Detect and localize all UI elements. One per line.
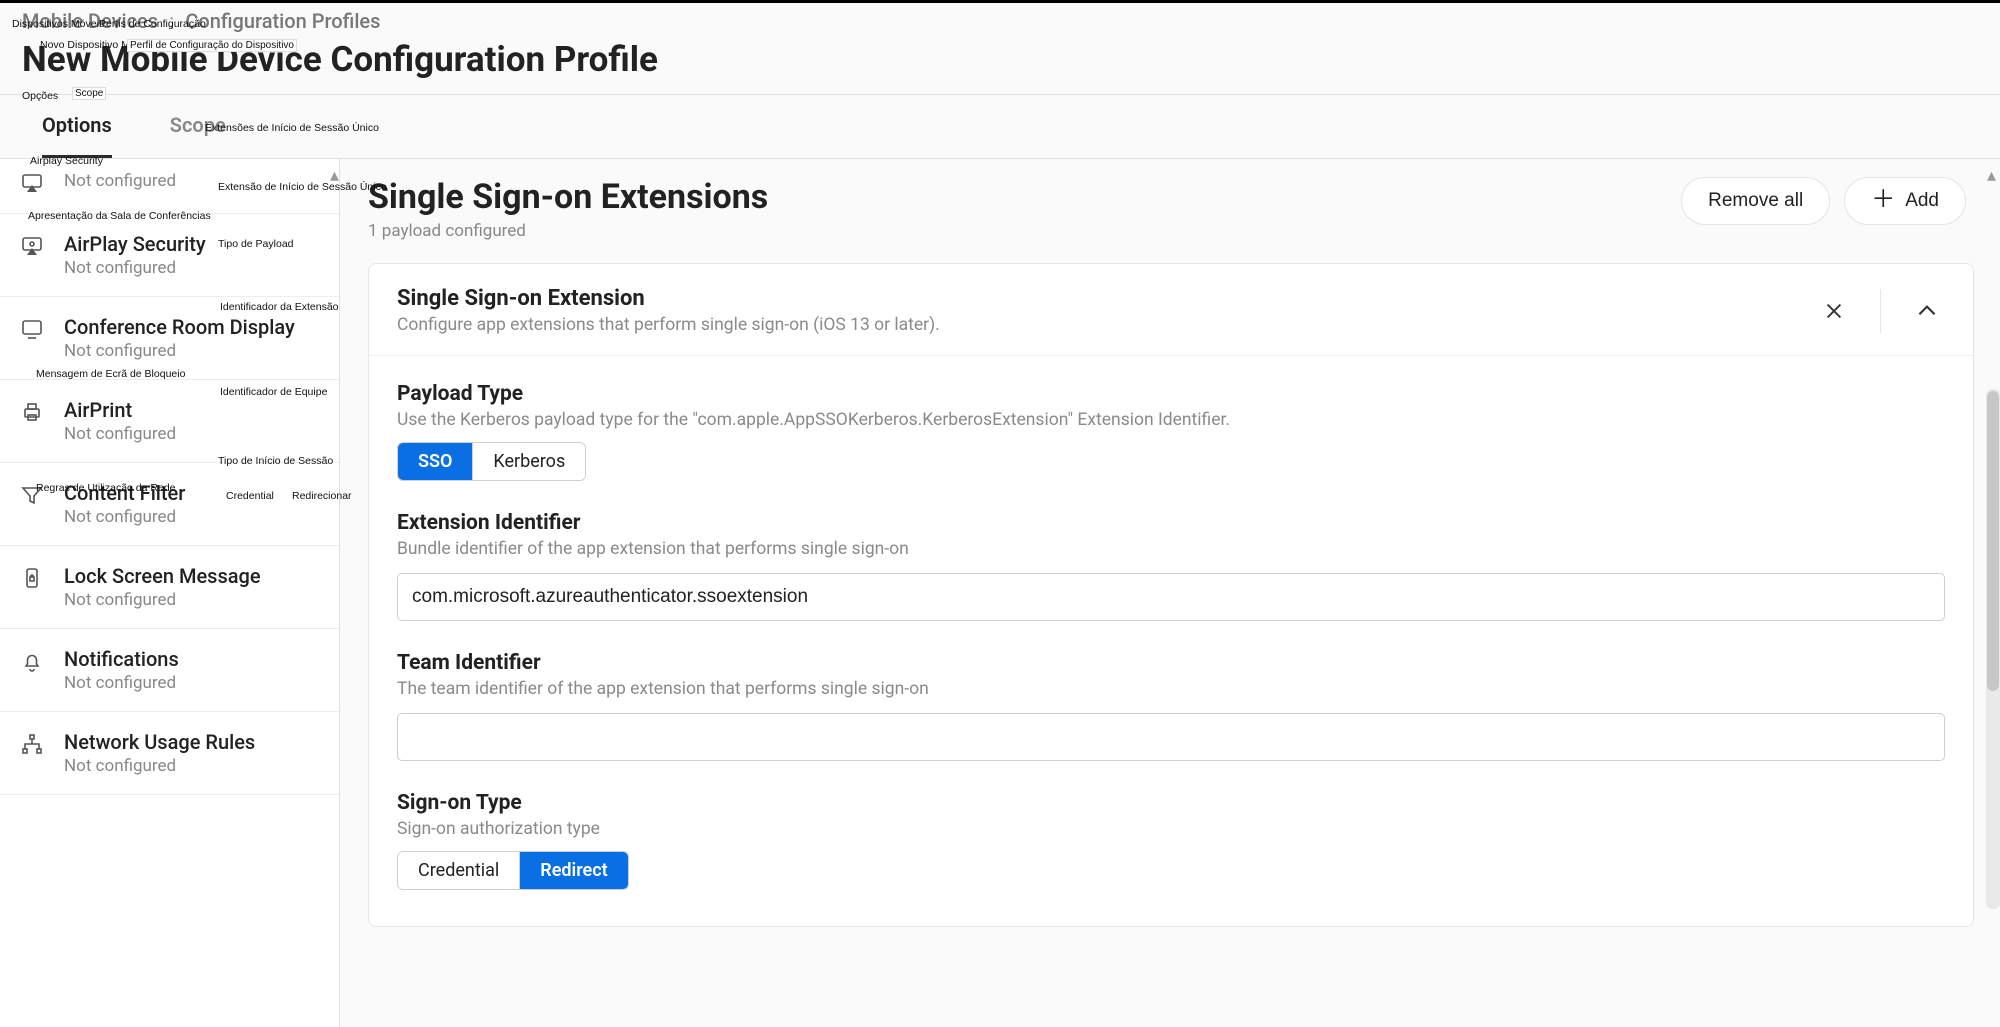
sidebar-item-sub: Not configured (64, 424, 176, 444)
sidebar-item-sub: Not configured (64, 590, 261, 610)
sidebar-item-sub: Not configured (64, 341, 295, 361)
team-identifier-input[interactable] (397, 713, 1945, 761)
payload-type-segmented: SSO Kerberos (397, 442, 586, 481)
scrollbar-thumb[interactable] (1987, 391, 1999, 691)
sidebar-item-airplay-security[interactable]: AirPlay Security Not configured (0, 214, 339, 297)
content-subtitle: 1 payload configured (368, 221, 768, 241)
remove-all-label: Remove all (1708, 190, 1803, 212)
payload-type-label: Payload Type (397, 382, 1945, 406)
network-icon (18, 732, 46, 756)
breadcrumb-part1[interactable]: Mobile Devices (22, 9, 158, 33)
airplay-icon (18, 171, 46, 195)
page-title: New Mobile Device Configuration Profile (22, 39, 1978, 94)
sidebar-item-label: Notifications (64, 647, 179, 671)
sidebar-item-sub: Not configured (64, 507, 185, 527)
add-label: Add (1905, 190, 1939, 212)
airplay-security-icon (18, 234, 46, 258)
vertical-scrollbar[interactable] (1986, 389, 2000, 909)
sidebar-item-sub: Not configured (64, 756, 255, 776)
sidebar-item-label: Conference Room Display (64, 315, 295, 339)
filter-icon (18, 483, 46, 507)
sidebar-item-sub: Not configured (64, 171, 176, 191)
extension-identifier-input[interactable] (397, 573, 1945, 621)
signon-type-hint: Sign-on authorization type (397, 819, 1945, 839)
signon-type-redirect[interactable]: Redirect (519, 852, 627, 889)
team-identifier-field: Team Identifier The team identifier of t… (397, 651, 1945, 761)
sidebar-scroll-up-icon[interactable]: ▴ (330, 165, 339, 186)
sso-extension-card: Single Sign-on Extension Configure app e… (368, 263, 1974, 927)
card-title: Single Sign-on Extension (397, 286, 940, 311)
signon-type-credential[interactable]: Credential (398, 852, 519, 889)
sidebar-item-content-filter[interactable]: Content Filter Not configured (0, 463, 339, 546)
tab-options[interactable]: Options (42, 95, 112, 158)
content-title: Single Sign-on Extensions (368, 177, 768, 217)
sidebar-item-sub: Not configured (64, 258, 206, 278)
payload-type-hint: Use the Kerberos payload type for the "c… (397, 410, 1945, 430)
payload-type-kerberos[interactable]: Kerberos (472, 443, 585, 480)
sidebar-item-label: AirPlay Security (64, 232, 206, 256)
sidebar-item-label: AirPrint (64, 398, 176, 422)
sidebar-item-sub: Not configured (64, 673, 179, 693)
signon-type-segmented: Credential Redirect (397, 851, 629, 890)
signon-type-label: Sign-on Type (397, 791, 1945, 815)
sidebar-item-conference-room[interactable]: Conference Room Display Not configured (0, 297, 339, 380)
printer-icon (18, 400, 46, 424)
extension-identifier-label: Extension Identifier (397, 511, 1945, 535)
sidebar[interactable]: ▴ Not configured AirPlay Security Not co… (0, 159, 340, 1027)
extension-identifier-field: Extension Identifier Bundle identifier o… (397, 511, 1945, 621)
bell-icon (18, 649, 46, 673)
breadcrumb-part2[interactable]: Configuration Profiles (185, 9, 380, 33)
sidebar-item-label: Network Usage Rules (64, 730, 255, 754)
sidebar-item-notifications[interactable]: Notifications Not configured (0, 629, 339, 712)
breadcrumb-sep: : (169, 9, 174, 33)
card-desc: Configure app extensions that perform si… (397, 315, 940, 335)
sidebar-item-network-usage[interactable]: Network Usage Rules Not configured (0, 712, 339, 795)
payload-type-field: Payload Type Use the Kerberos payload ty… (397, 382, 1945, 481)
payload-type-sso[interactable]: SSO (398, 443, 472, 480)
phone-lock-icon (18, 566, 46, 590)
sidebar-item-0[interactable]: Not configured (0, 159, 339, 214)
sidebar-item-label: Content Filter (64, 481, 185, 505)
sidebar-item-airprint[interactable]: AirPrint Not configured (0, 380, 339, 463)
sidebar-item-label: Lock Screen Message (64, 564, 261, 588)
content-scroll-up-icon[interactable]: ▴ (1987, 165, 1996, 186)
content-area: ▴ Single Sign-on Extensions 1 payload co… (340, 159, 2000, 1027)
divider (1880, 289, 1881, 333)
chevron-up-icon[interactable] (1909, 293, 1945, 329)
remove-all-button[interactable]: Remove all (1681, 177, 1830, 225)
team-identifier-label: Team Identifier (397, 651, 1945, 675)
display-icon (18, 317, 46, 341)
signon-type-field: Sign-on Type Sign-on authorization type … (397, 791, 1945, 890)
breadcrumb[interactable]: Mobile Devices : Configuration Profiles (22, 9, 1978, 33)
add-button[interactable]: ＋ Add (1844, 177, 1966, 225)
tab-scope[interactable]: Scope (170, 95, 226, 158)
sidebar-item-lock-screen[interactable]: Lock Screen Message Not configured (0, 546, 339, 629)
team-identifier-hint: The team identifier of the app extension… (397, 679, 1945, 699)
extension-identifier-hint: Bundle identifier of the app extension t… (397, 539, 1945, 559)
close-icon[interactable] (1816, 293, 1852, 329)
plus-icon: ＋ (1871, 188, 1895, 212)
